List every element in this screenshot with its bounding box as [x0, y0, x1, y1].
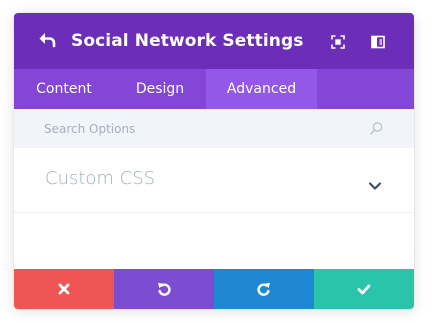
undo-icon [158, 282, 171, 296]
chevron-down-icon[interactable] [368, 176, 382, 190]
sidebar-toggle-icon[interactable] [371, 34, 385, 49]
close-icon [58, 283, 70, 295]
search-bar [14, 109, 414, 148]
section-custom-css[interactable]: Custom CSS [14, 148, 414, 213]
tab-content[interactable]: Content [14, 69, 114, 109]
tab-advanced[interactable]: Advanced [206, 69, 317, 109]
cancel-button[interactable] [14, 269, 114, 309]
redo-button[interactable] [214, 269, 314, 309]
fullscreen-icon[interactable] [331, 34, 345, 49]
modal-title: Social Network Settings [71, 31, 304, 51]
tab-design[interactable]: Design [114, 69, 206, 109]
settings-modal: Social Network Settings Content Design A… [14, 13, 414, 309]
modal-header: Social Network Settings [14, 13, 414, 69]
section-title: Custom CSS [45, 168, 156, 189]
action-bar [14, 269, 414, 309]
tab-bar: Content Design Advanced [14, 69, 414, 109]
redo-icon [257, 282, 270, 296]
search-input[interactable] [14, 109, 354, 148]
check-icon [357, 284, 371, 295]
undo-button[interactable] [114, 269, 214, 309]
back-arrow-icon[interactable] [38, 31, 56, 49]
save-button[interactable] [314, 269, 414, 309]
search-icon[interactable] [369, 121, 384, 136]
